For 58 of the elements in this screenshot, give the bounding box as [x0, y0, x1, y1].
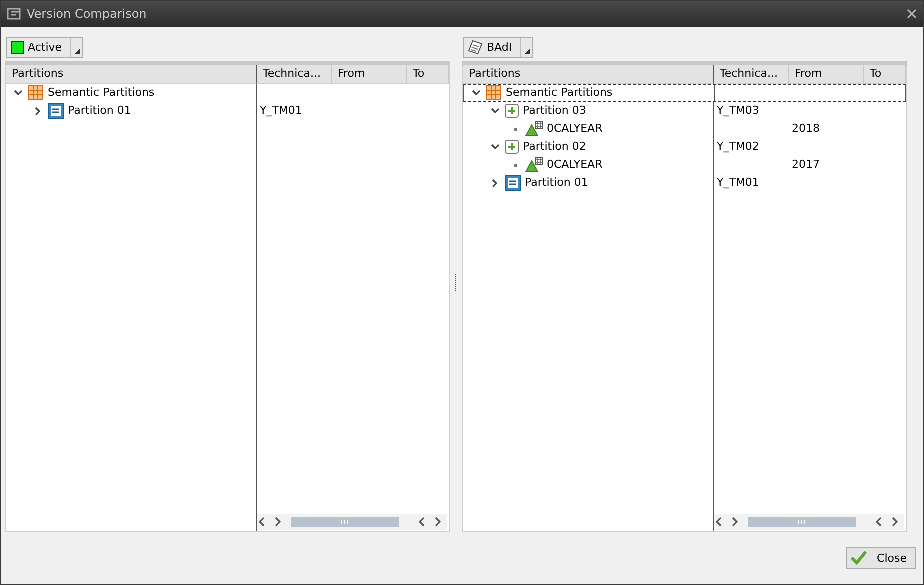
- column-header[interactable]: Technica...: [257, 65, 332, 84]
- note-icon: [468, 40, 483, 54]
- tree-row[interactable]: Semantic Partitions: [6, 84, 449, 102]
- column-header[interactable]: From: [789, 65, 864, 84]
- square-icon: [11, 40, 24, 54]
- tree-row[interactable]: Partition 01 Y_TM01: [6, 102, 449, 120]
- chevron-right-icon[interactable]: [35, 106, 41, 116]
- close-button[interactable]: Close: [846, 547, 916, 569]
- window-title: Version Comparison: [27, 7, 148, 21]
- tree-row[interactable]: 0CALYEAR 2018: [463, 120, 906, 138]
- column-header[interactable]: To: [864, 65, 906, 84]
- splitter-handle[interactable]: [455, 274, 457, 292]
- column-header[interactable]: To: [407, 65, 449, 84]
- tree-row[interactable]: 0CALYEAR 2017: [463, 156, 906, 174]
- triangle-grid-icon: [525, 157, 543, 173]
- from-value: 2017: [792, 158, 820, 171]
- dropdown-corner-icon: [525, 48, 530, 54]
- tree-row[interactable]: Semantic Partitions: [463, 84, 906, 102]
- column-header[interactable]: Partitions: [6, 65, 257, 84]
- node-label: Partition 01: [68, 103, 132, 119]
- node-label: Partition 03: [523, 103, 586, 119]
- tree-row[interactable]: Partition 02 Y_TM02: [463, 138, 906, 156]
- node-label: Semantic Partitions: [48, 85, 155, 101]
- chevron-down-icon[interactable]: [14, 90, 22, 96]
- column-header[interactable]: Technica...: [714, 65, 789, 84]
- chevron-down-icon[interactable]: [490, 144, 500, 150]
- plus-icon: [505, 104, 519, 118]
- technical-name: Y_TM01: [717, 176, 760, 189]
- version-dropdown[interactable]: Active: [6, 36, 84, 58]
- bullet-icon: [514, 128, 516, 130]
- technical-name: Y_TM02: [717, 140, 760, 153]
- checkmark-icon: [851, 551, 868, 565]
- grid-icon: [28, 85, 44, 101]
- node-label: Semantic Partitions: [506, 85, 613, 101]
- dropdown-corner-icon: [75, 48, 80, 54]
- chevron-right-icon[interactable]: [492, 178, 498, 188]
- technical-name: Y_TM03: [717, 104, 760, 117]
- node-label: Partition 01: [525, 175, 588, 191]
- from-value: 2018: [792, 122, 820, 135]
- list-icon: [505, 175, 521, 191]
- triangle-grid-icon: [525, 121, 543, 137]
- version-dropdown[interactable]: BAdI: [463, 36, 534, 58]
- grid-icon: [486, 85, 502, 101]
- technical-name: Y_TM01: [260, 104, 302, 117]
- node-label: 0CALYEAR: [547, 121, 603, 137]
- chevron-down-icon[interactable]: [472, 90, 480, 96]
- tree-row[interactable]: Partition 03 Y_TM03: [463, 102, 906, 120]
- tree-row[interactable]: Partition 01 Y_TM01: [463, 174, 906, 192]
- window-icon: [7, 8, 21, 20]
- bullet-icon: [514, 164, 516, 166]
- node-label: Partition 02: [523, 139, 586, 155]
- column-header[interactable]: Partitions: [463, 65, 714, 84]
- column-header[interactable]: From: [332, 65, 407, 84]
- node-label: 0CALYEAR: [547, 157, 603, 173]
- plus-icon: [505, 140, 519, 154]
- list-icon: [48, 103, 64, 119]
- close-icon[interactable]: [907, 9, 917, 19]
- chevron-down-icon[interactable]: [490, 108, 500, 114]
